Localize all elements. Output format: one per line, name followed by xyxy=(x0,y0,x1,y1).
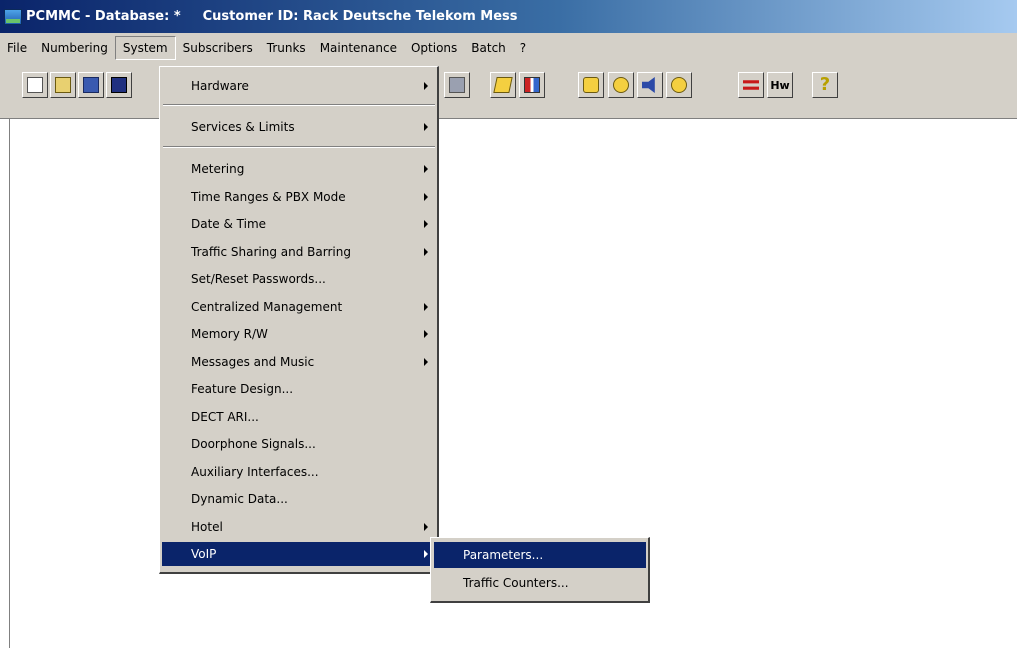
menu-help[interactable]: ? xyxy=(513,37,533,59)
red-switch-button[interactable] xyxy=(738,72,764,98)
menu-item-label: VoIP xyxy=(191,547,217,561)
submenu-arrow-icon xyxy=(424,165,428,173)
panel-icon xyxy=(524,77,540,93)
title-bar: PCMMC - Database: * Customer ID: Rack De… xyxy=(0,0,1017,33)
grey-tool-icon xyxy=(449,77,465,93)
menu-item-label: Centralized Management xyxy=(191,300,343,314)
submenu-arrow-icon xyxy=(424,358,428,366)
submenu-item-parameters[interactable]: Parameters... xyxy=(434,542,646,568)
menu-item-messages-music[interactable]: Messages and Music xyxy=(162,350,436,374)
coil-icon xyxy=(613,77,629,93)
menu-item-centralized-management[interactable]: Centralized Management xyxy=(162,295,436,319)
menu-item-hotel[interactable]: Hotel xyxy=(162,515,436,539)
submenu-arrow-icon xyxy=(424,248,428,256)
menu-item-dect-ari[interactable]: DECT ARI... xyxy=(162,405,436,429)
menu-item-voip[interactable]: VoIP xyxy=(162,542,436,566)
menu-separator xyxy=(163,146,435,148)
menu-numbering[interactable]: Numbering xyxy=(34,37,115,59)
save-all-button[interactable] xyxy=(106,72,132,98)
speaker-button[interactable] xyxy=(637,72,663,98)
phone-button[interactable] xyxy=(578,72,604,98)
menu-item-hardware[interactable]: Hardware xyxy=(162,74,436,98)
menu-item-label: Time Ranges & PBX Mode xyxy=(191,190,346,204)
coil-button[interactable] xyxy=(608,72,634,98)
menu-bar: File Numbering System Subscribers Trunks… xyxy=(0,33,1017,62)
menu-maintenance[interactable]: Maintenance xyxy=(313,37,404,59)
menu-item-label: Feature Design... xyxy=(191,382,294,396)
menu-item-label: Services & Limits xyxy=(191,120,295,134)
submenu-arrow-icon xyxy=(424,330,428,338)
open-button[interactable] xyxy=(50,72,76,98)
submenu-arrow-icon xyxy=(424,123,428,131)
submenu-arrow-icon xyxy=(424,220,428,228)
menu-item-set-reset-passwords[interactable]: Set/Reset Passwords... xyxy=(162,267,436,291)
folder-tool-button[interactable] xyxy=(490,72,516,98)
save-button[interactable] xyxy=(78,72,104,98)
red-switch-icon xyxy=(743,80,759,90)
menu-item-services-limits[interactable]: Services & Limits xyxy=(162,115,436,139)
speaker-icon xyxy=(642,77,655,93)
menu-item-memory-rw[interactable]: Memory R/W xyxy=(162,322,436,346)
menu-separator xyxy=(163,104,435,106)
menu-item-label: Messages and Music xyxy=(191,355,315,369)
coil-icon-2 xyxy=(671,77,687,93)
menu-options[interactable]: Options xyxy=(404,37,464,59)
menu-item-label: Traffic Sharing and Barring xyxy=(191,245,351,259)
panel-button[interactable] xyxy=(519,72,545,98)
system-menu-dropdown: Hardware Services & Limits Metering Time… xyxy=(159,66,439,574)
menu-item-label: DECT ARI... xyxy=(191,410,259,424)
client-edge xyxy=(9,119,10,648)
voip-submenu: Parameters... Traffic Counters... xyxy=(430,537,650,603)
menu-item-label: Metering xyxy=(191,162,245,176)
title-customer-id: Customer ID: Rack Deutsche Telekom Mess xyxy=(202,9,518,24)
menu-item-dynamic-data[interactable]: Dynamic Data... xyxy=(162,487,436,511)
menu-item-date-time[interactable]: Date & Time xyxy=(162,212,436,236)
menu-item-time-ranges[interactable]: Time Ranges & PBX Mode xyxy=(162,185,436,209)
toolbar: Hw ? xyxy=(0,62,1017,119)
menu-item-label: Dynamic Data... xyxy=(191,492,288,506)
submenu-arrow-icon xyxy=(424,550,428,558)
menu-item-traffic-sharing[interactable]: Traffic Sharing and Barring xyxy=(162,240,436,264)
menu-trunks[interactable]: Trunks xyxy=(260,37,313,59)
submenu-arrow-icon xyxy=(424,82,428,90)
grey-tool-button[interactable] xyxy=(444,72,470,98)
submenu-arrow-icon xyxy=(424,193,428,201)
new-button[interactable] xyxy=(22,72,48,98)
menu-item-auxiliary-interfaces[interactable]: Auxiliary Interfaces... xyxy=(162,460,436,484)
app-icon[interactable] xyxy=(4,8,22,25)
menu-item-metering[interactable]: Metering xyxy=(162,157,436,181)
submenu-arrow-icon xyxy=(424,303,428,311)
submenu-arrow-icon xyxy=(424,523,428,531)
menu-item-label: Doorphone Signals... xyxy=(191,437,316,451)
help-icon: ? xyxy=(819,74,831,95)
menu-item-label: Memory R/W xyxy=(191,327,268,341)
menu-batch[interactable]: Batch xyxy=(464,37,513,59)
menu-file[interactable]: File xyxy=(0,37,34,59)
submenu-item-traffic-counters[interactable]: Traffic Counters... xyxy=(434,570,646,596)
title-app-database: PCMMC - Database: * xyxy=(26,9,181,24)
help-button[interactable]: ? xyxy=(812,72,838,98)
coil-button-2[interactable] xyxy=(666,72,692,98)
phone-icon xyxy=(583,77,599,93)
folder-tool-icon xyxy=(493,77,513,93)
save-all-icon xyxy=(111,77,127,93)
menu-item-label: Auxiliary Interfaces... xyxy=(191,465,319,479)
menu-item-label: Date & Time xyxy=(191,217,267,231)
menu-item-feature-design[interactable]: Feature Design... xyxy=(162,377,436,401)
menu-subscribers[interactable]: Subscribers xyxy=(176,37,260,59)
hardware-icon: Hw xyxy=(770,78,790,92)
menu-item-doorphone-signals[interactable]: Doorphone Signals... xyxy=(162,432,436,456)
menu-item-label: Hotel xyxy=(191,520,223,534)
save-icon xyxy=(83,77,99,93)
open-icon xyxy=(55,77,71,93)
new-icon xyxy=(27,77,43,93)
menu-system[interactable]: System xyxy=(114,35,176,60)
menu-item-label: Hardware xyxy=(191,79,249,93)
menu-item-label: Set/Reset Passwords... xyxy=(191,272,326,286)
hardware-button[interactable]: Hw xyxy=(767,72,793,98)
